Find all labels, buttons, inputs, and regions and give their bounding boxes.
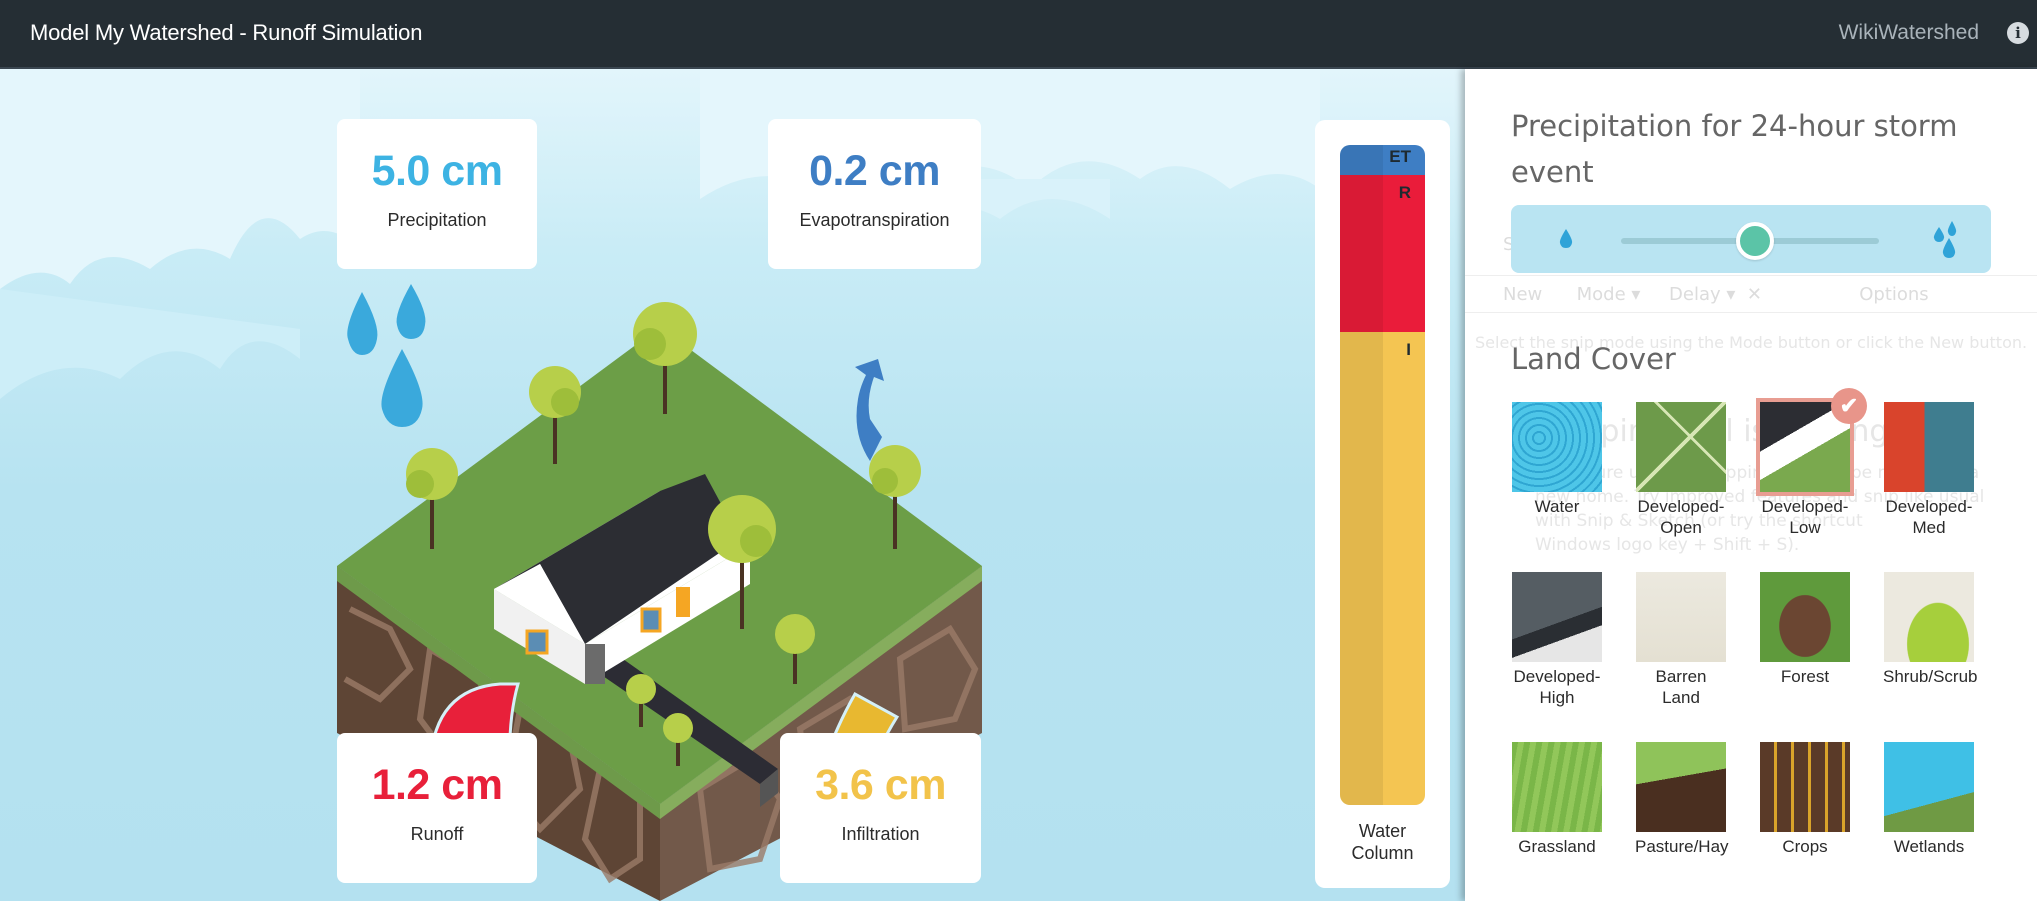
single-drop-icon [1559, 229, 1573, 248]
land-cover-grassland[interactable]: Grassland [1511, 742, 1603, 857]
land-cover-label: Crops [1759, 836, 1851, 857]
runoff-card: 1.2 cm Runoff [337, 733, 537, 883]
evapotranspiration-card: 0.2 cm Evapotranspiration [768, 119, 981, 269]
land-cover-label-line: Developed- [1761, 497, 1849, 516]
ghost-delay: Delay [1669, 284, 1721, 305]
evapotranspiration-value: 0.2 cm [809, 147, 940, 195]
land-cover-label: Developed- Med [1883, 496, 1975, 538]
land-cover-thumbnail[interactable] [1760, 742, 1850, 832]
water-column-segment-i: I [1340, 332, 1425, 805]
land-cover-label: Developed- High [1511, 666, 1603, 708]
wikiwatershed-link[interactable]: WikiWatershed [1839, 21, 1979, 45]
land-cover-thumbnail[interactable] [1512, 742, 1602, 832]
precipitation-slider[interactable] [1511, 205, 1991, 273]
land-cover-label: Developed- Open [1635, 496, 1727, 538]
land-cover-wetlands[interactable]: Wetlands [1883, 742, 1975, 857]
runoff-value: 1.2 cm [371, 761, 503, 809]
water-column-label-line2: Column [1351, 843, 1414, 863]
land-cover-label: Pasture/Hay [1635, 836, 1729, 857]
land-cover-developed-high[interactable]: Developed- High [1511, 572, 1603, 708]
land-cover-thumbnail[interactable] [1760, 572, 1850, 662]
water-column-segment-et: ET [1340, 145, 1425, 175]
top-bar: Model My Watershed - Runoff Simulation W… [0, 0, 2037, 69]
land-cover-label: Grassland [1511, 836, 1603, 857]
land-cover-label: Wetlands [1883, 836, 1975, 857]
evapotranspiration-arrow-icon [855, 359, 884, 461]
land-cover-forest[interactable]: Forest [1759, 572, 1851, 687]
land-cover-thumbnail[interactable] [1884, 572, 1974, 662]
land-cover-label-line: Barren Land [1655, 667, 1707, 707]
precipitation-card: 5.0 cm Precipitation [337, 119, 537, 269]
infiltration-label: Infiltration [841, 824, 920, 844]
land-cover-developed-low[interactable]: Developed- Low ✔ [1756, 388, 1867, 538]
land-cover-label-line: Grassland [1518, 837, 1596, 856]
ghost-mode: Mode [1576, 284, 1626, 305]
land-cover-developed-open[interactable]: Developed- Open [1635, 402, 1727, 538]
water-column-segment-label: ET [1389, 147, 1411, 166]
multi-drop-icon [1933, 221, 1957, 258]
land-cover-shrub-scrub[interactable]: Shrub/Scrub [1883, 572, 1978, 687]
water-column-segment-r: R [1340, 174, 1425, 333]
land-cover-label-line: Forest [1780, 667, 1830, 686]
ghost-new: New [1503, 284, 1543, 305]
land-cover-label: Forest [1759, 666, 1851, 687]
land-cover-label-line: Developed- [1885, 497, 1973, 516]
land-cover-title: Land Cover [1511, 342, 1676, 376]
land-cover-thumbnail[interactable] [1636, 402, 1726, 492]
land-cover-label-line: Water [1534, 497, 1580, 516]
land-cover-pasture-hay[interactable]: Pasture/Hay [1635, 742, 1729, 857]
controls-panel: Snipping Tool New Mode ▾ Delay ▾ ✕ Optio… [1465, 69, 2037, 901]
water-column-card: ET R I Water Column [1315, 120, 1450, 888]
land-cover-label-line: Med [1912, 518, 1946, 537]
land-cover-thumbnail[interactable] [1512, 572, 1602, 662]
land-cover-barren-land[interactable]: Barren Land [1635, 572, 1727, 708]
simulation-scene: 5.0 cm Precipitation 0.2 cm Evapotranspi… [0, 69, 1465, 901]
land-cover-label-line: Open [1660, 518, 1702, 537]
land-cover-label: Barren Land [1635, 666, 1727, 708]
land-cover-label-line: Crops [1782, 837, 1828, 856]
rain-drops-icon [347, 284, 426, 427]
precipitation-value: 5.0 cm [371, 147, 503, 195]
app-title: Model My Watershed - Runoff Simulation [30, 20, 423, 45]
land-cover-label-line: Pasture/Hay [1635, 837, 1729, 856]
evapotranspiration-label: Evapotranspiration [799, 210, 950, 230]
runoff-label: Runoff [410, 824, 464, 844]
land-cover-thumbnail[interactable] [1636, 572, 1726, 662]
selected-check-icon: ✔ [1831, 388, 1867, 424]
water-column-label: Water Column [1315, 820, 1450, 864]
ghost-toolbar: New Mode ▾ Delay ▾ ✕ Options [1503, 284, 1929, 305]
ghost-divider [1465, 275, 2037, 276]
land-cover-thumbnail[interactable] [1636, 742, 1726, 832]
land-cover-label-line: Developed- [1513, 667, 1601, 686]
land-cover-water[interactable]: Water [1511, 402, 1603, 517]
land-cover-crops[interactable]: Crops [1759, 742, 1851, 857]
land-cover-label: Water [1511, 496, 1603, 517]
land-cover-thumbnail[interactable] [1884, 742, 1974, 832]
precipitation-section-title: Precipitation for 24-hour storm event [1511, 109, 1958, 189]
land-cover-label: Developed- Low [1759, 496, 1851, 538]
scene-illustration [0, 69, 1320, 901]
precipitation-label: Precipitation [387, 210, 487, 230]
water-column-segment-label: I [1406, 340, 1411, 360]
land-cover-label-line: Low [1789, 518, 1821, 537]
infiltration-value: 3.6 cm [815, 761, 946, 809]
infiltration-card: 3.6 cm Infiltration [780, 733, 981, 883]
land-cover-thumbnail[interactable] [1512, 402, 1602, 492]
ghost-options: Options [1859, 284, 1929, 305]
land-cover-label: Shrub/Scrub [1883, 666, 1978, 687]
info-icon[interactable]: i [2007, 22, 2029, 44]
water-column-bar: ET R I [1340, 145, 1425, 805]
water-column-segment-label: R [1398, 182, 1411, 202]
water-column-label-line1: Water [1358, 821, 1407, 841]
land-cover-developed-med[interactable]: Developed- Med [1883, 402, 1975, 538]
land-cover-label-line: Developed- [1637, 497, 1725, 516]
land-cover-label-line: High [1539, 688, 1575, 707]
slider-thumb[interactable] [1736, 222, 1775, 260]
ghost-divider-2 [1465, 312, 2037, 313]
land-cover-label-line: Wetlands [1893, 837, 1965, 856]
land-cover-thumbnail[interactable] [1884, 402, 1974, 492]
land-cover-label-line: Shrub/Scrub [1883, 667, 1978, 686]
